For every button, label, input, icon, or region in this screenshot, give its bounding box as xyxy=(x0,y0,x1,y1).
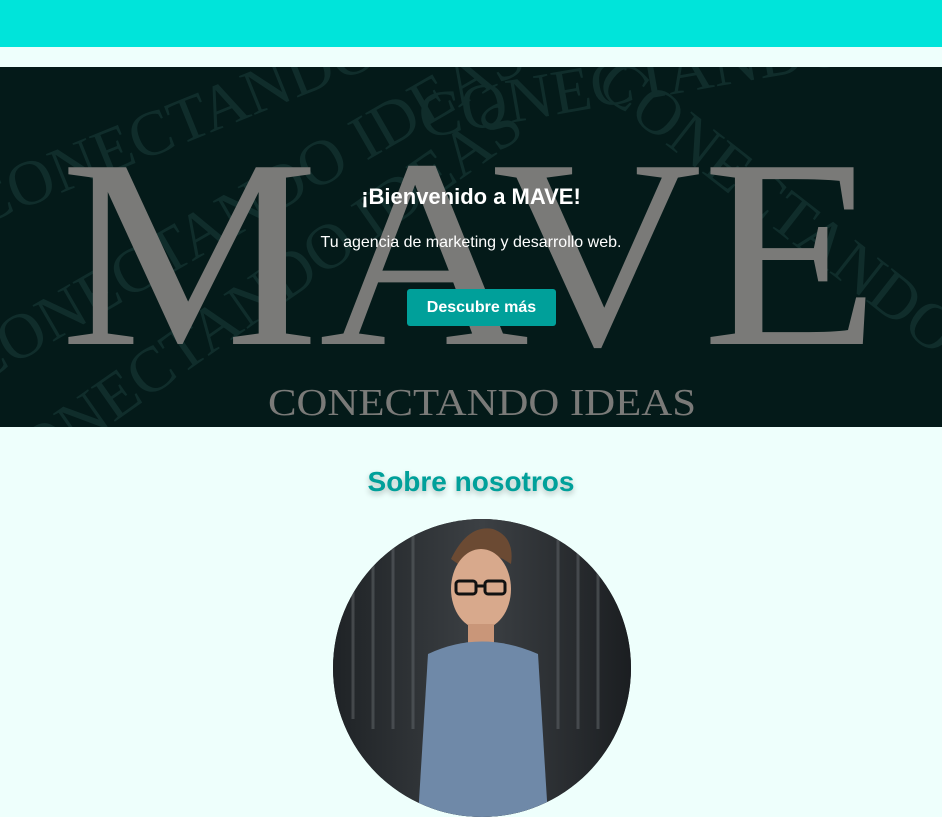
hero-logo-text: MAVE xyxy=(60,104,880,403)
about-section-title: Sobre nosotros xyxy=(367,466,575,497)
about-person-photo xyxy=(333,519,631,817)
discover-more-button[interactable]: Descubre más xyxy=(407,289,556,326)
person-photo-icon xyxy=(333,519,631,817)
hero-banner: CONECTANDO IDEAS CONECTANDO IDEAS CONECT… xyxy=(0,67,942,427)
top-bar xyxy=(0,0,942,47)
hero-title: ¡Bienvenido a MAVE! xyxy=(361,184,581,209)
hero-subtitle: Tu agencia de marketing y desarrollo web… xyxy=(320,234,622,251)
hero-logo-tagline: CONECTANDO IDEAS xyxy=(268,382,696,424)
